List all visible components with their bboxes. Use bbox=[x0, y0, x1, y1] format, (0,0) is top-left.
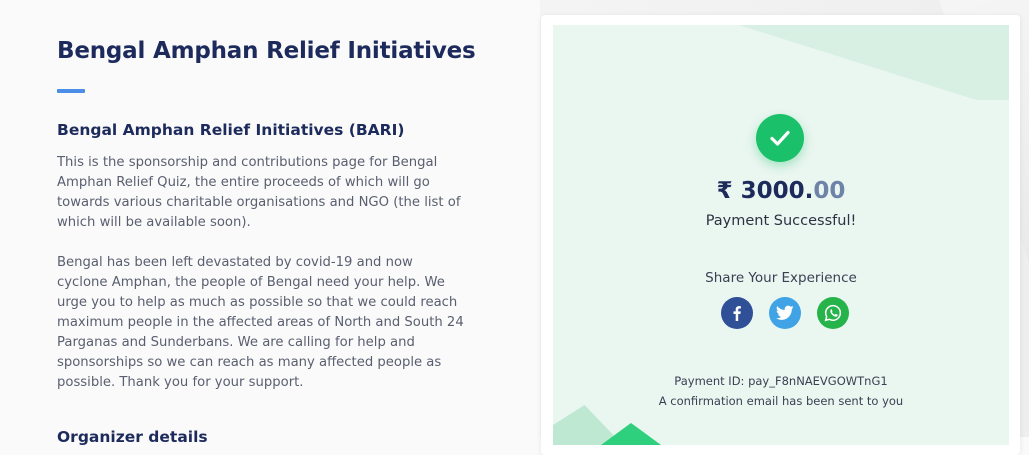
payment-amount: ₹ 3000.00 bbox=[553, 178, 1009, 204]
share-label: Share Your Experience bbox=[705, 270, 857, 286]
title-underline bbox=[57, 89, 85, 93]
amount-whole: ₹ 3000. bbox=[716, 178, 814, 204]
payment-card-container: ₹ 3000.00 Payment Successful! Share Your… bbox=[541, 15, 1020, 455]
organizer-details-heading: Organizer details bbox=[57, 428, 208, 446]
confirmation-message: A confirmation email has been sent to yo… bbox=[658, 394, 904, 408]
payment-success-card: ₹ 3000.00 Payment Successful! Share Your… bbox=[553, 25, 1009, 445]
check-circle-icon bbox=[756, 114, 804, 162]
page-title: Bengal Amphan Relief Initiatives bbox=[57, 38, 476, 64]
payment-status: Payment Successful! bbox=[705, 213, 857, 229]
twitter-icon bbox=[776, 305, 794, 320]
amount-decimal: 00 bbox=[813, 178, 846, 204]
facebook-icon bbox=[733, 306, 741, 321]
twitter-share-button[interactable] bbox=[769, 297, 801, 329]
facebook-share-button[interactable] bbox=[721, 297, 753, 329]
description-paragraph: This is the sponsorship and contribution… bbox=[57, 155, 461, 230]
whatsapp-icon bbox=[824, 304, 842, 322]
appeal-paragraph: Bengal has been left devastated by covid… bbox=[57, 255, 464, 390]
payment-id: Payment ID: pay_F8nNAEVGOWTnG1 bbox=[674, 374, 888, 388]
whatsapp-share-button[interactable] bbox=[817, 297, 849, 329]
card-decoration-top bbox=[739, 25, 1009, 100]
section-title: Bengal Amphan Relief Initiatives (BARI) bbox=[57, 121, 405, 139]
